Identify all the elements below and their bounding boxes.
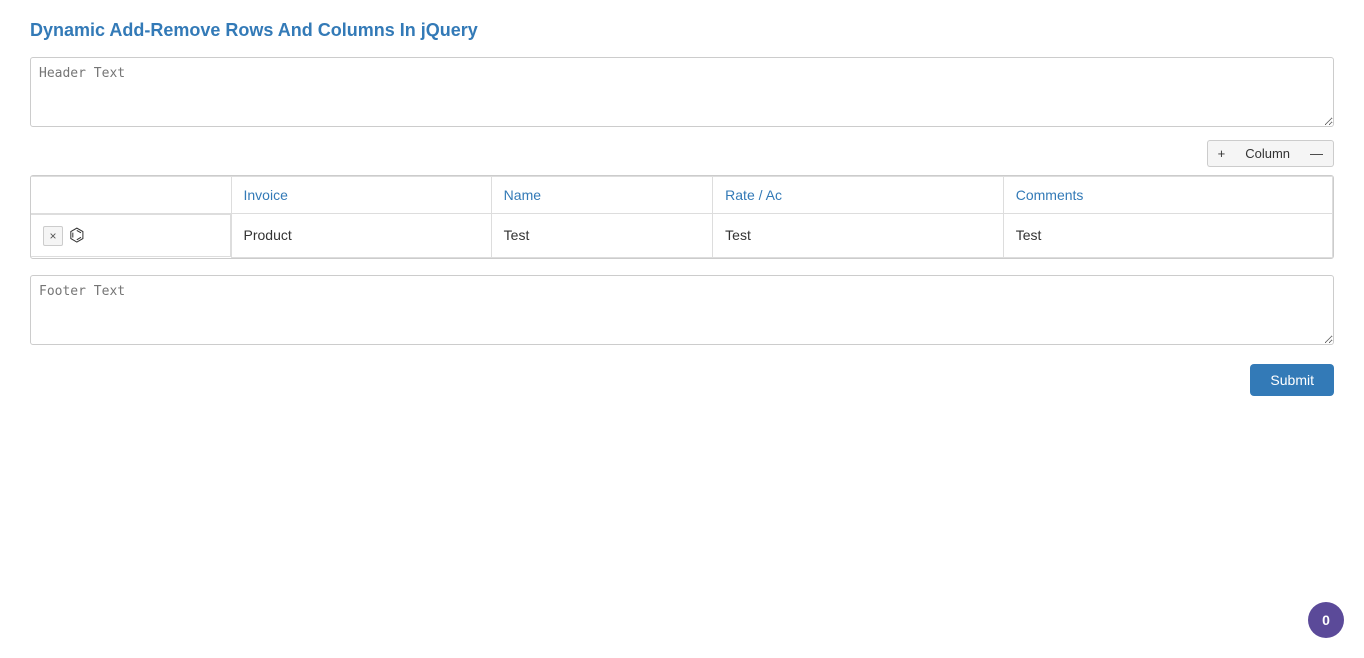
add-column-button[interactable]: + xyxy=(1207,140,1236,167)
table-row: × ⌬ Product Test Test Test xyxy=(31,214,1333,258)
row-cell-test2: Test xyxy=(713,214,1004,258)
header-cell-rate: Rate / Ac xyxy=(713,177,1004,214)
row-cell-test1: Test xyxy=(491,214,712,258)
row-cell-test3: Test xyxy=(1003,214,1332,258)
remove-row-button[interactable]: × xyxy=(43,226,63,246)
header-cell-comments: Comments xyxy=(1003,177,1332,214)
page-title-highlight: jQuery xyxy=(421,20,478,40)
row-cell-product: Product xyxy=(231,214,491,258)
footer-textarea[interactable] xyxy=(30,275,1334,345)
table-head: Invoice Name Rate / Ac Comments xyxy=(31,177,1333,214)
column-controls: + Column — xyxy=(30,140,1334,167)
submit-row: Submit xyxy=(30,364,1334,396)
page-title-plain: Dynamic Add-Remove Rows And Columns In xyxy=(30,20,421,40)
header-textarea[interactable] xyxy=(30,57,1334,127)
circle-badge: 0 xyxy=(1308,602,1344,638)
column-label: Column xyxy=(1235,140,1300,167)
table-body: × ⌬ Product Test Test Test xyxy=(31,214,1333,258)
main-table: Invoice Name Rate / Ac Comments × ⌬ Prod… xyxy=(31,176,1333,258)
header-cell-blank xyxy=(31,177,231,214)
header-cell-name: Name xyxy=(491,177,712,214)
header-row: Invoice Name Rate / Ac Comments xyxy=(31,177,1333,214)
remove-column-button[interactable]: — xyxy=(1300,140,1334,167)
page-title: Dynamic Add-Remove Rows And Columns In j… xyxy=(30,20,1334,41)
submit-button[interactable]: Submit xyxy=(1250,364,1334,396)
drag-handle-icon[interactable]: ⌬ xyxy=(69,225,85,246)
row-actions-cell: × ⌬ xyxy=(31,214,231,257)
header-cell-invoice: Invoice xyxy=(231,177,491,214)
table-wrapper: Invoice Name Rate / Ac Comments × ⌬ Prod… xyxy=(30,175,1334,259)
